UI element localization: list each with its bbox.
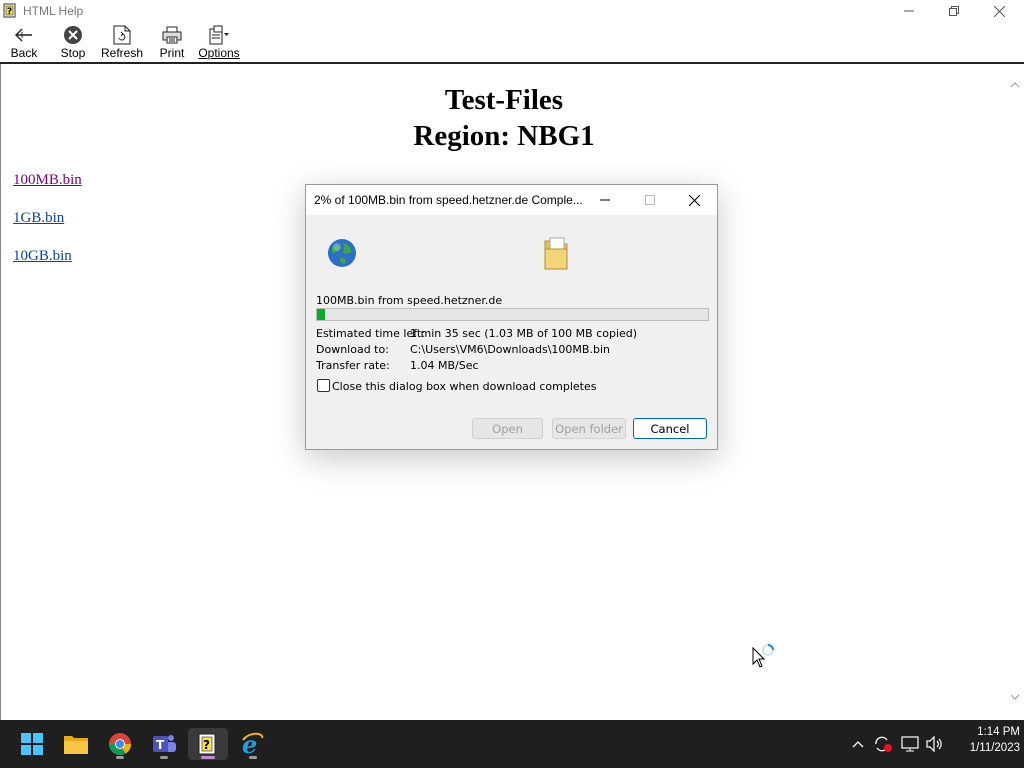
download-source: 100MB.bin from speed.hetzner.de <box>316 294 503 307</box>
taskbar: T ? e <box>0 720 1024 768</box>
scroll-down-icon <box>1010 694 1020 700</box>
close-button[interactable] <box>976 0 1022 22</box>
busy-cursor-icon <box>752 644 778 673</box>
scroll-up-icon <box>1010 82 1020 88</box>
minimize-icon <box>599 199 610 201</box>
volume-button[interactable] <box>924 733 946 755</box>
clock-time: 1:14 PM <box>977 726 1020 738</box>
link-1gb[interactable]: 1GB.bin <box>13 210 64 227</box>
sync-status-button[interactable] <box>872 733 894 755</box>
clock-date: 1/11/2023 <box>969 742 1020 754</box>
print-label: Print <box>159 46 185 60</box>
close-on-complete-label[interactable]: Close this dialog box when download comp… <box>332 380 596 393</box>
dialog-close-button[interactable] <box>672 185 717 215</box>
close-on-complete-checkbox[interactable] <box>317 379 330 392</box>
taskbar-teams[interactable]: T <box>144 728 184 760</box>
minimize-button[interactable] <box>886 0 932 22</box>
svg-text:?: ? <box>203 738 210 752</box>
refresh-icon <box>111 24 133 46</box>
network-icon <box>901 736 919 752</box>
dialog-title-bar[interactable]: 2% of 100MB.bin from speed.hetzner.de Co… <box>306 185 717 215</box>
windows-start-icon <box>21 733 43 755</box>
options-label: Options <box>198 46 240 60</box>
folder-icon <box>542 235 570 274</box>
download-to-label: Download to: <box>316 343 389 356</box>
restore-icon <box>949 6 959 16</box>
page-title-line1: Test-Files <box>444 84 564 116</box>
back-button[interactable]: Back <box>10 24 38 62</box>
dialog-maximize-button <box>627 185 672 215</box>
estimated-time-label: Estimated time left: <box>316 327 425 340</box>
speaker-icon <box>926 736 942 752</box>
page-title: Test-Files Region: NBG1 <box>1 82 1007 154</box>
refresh-label: Refresh <box>100 46 144 60</box>
close-icon <box>689 194 700 206</box>
options-icon <box>208 24 230 46</box>
svg-text:T: T <box>156 738 165 752</box>
internet-explorer-icon: e <box>242 732 264 756</box>
stop-icon <box>62 24 84 46</box>
dialog-minimize-button[interactable] <box>582 185 627 215</box>
taskbar-clock[interactable]: 1:14 PM 1/11/2023 <box>950 724 1020 764</box>
printer-icon <box>161 24 183 46</box>
link-100mb[interactable]: 100MB.bin <box>13 172 82 189</box>
sync-error-icon <box>875 736 892 752</box>
help-app-icon: ? <box>3 3 18 18</box>
restore-button[interactable] <box>931 0 977 22</box>
start-button[interactable] <box>12 728 52 760</box>
show-hidden-icons-button[interactable] <box>847 733 869 755</box>
download-to-value: C:\Users\VM6\Downloads\100MB.bin <box>410 343 610 356</box>
progress-fill <box>317 309 325 320</box>
chevron-up-icon <box>852 741 864 748</box>
transfer-rate-label: Transfer rate: <box>316 359 390 372</box>
network-button[interactable] <box>899 733 921 755</box>
download-dialog: 2% of 100MB.bin from speed.hetzner.de Co… <box>305 184 718 450</box>
taskbar-internet-explorer[interactable]: e <box>233 728 273 760</box>
taskbar-html-help[interactable]: ? <box>188 728 228 760</box>
taskbar-file-explorer[interactable] <box>56 728 96 760</box>
toolbar: Back Stop Refresh Print Options <box>0 22 1024 64</box>
estimated-time-value: 1 min 35 sec (1.03 MB of 100 MB copied) <box>410 327 638 340</box>
stop-button[interactable]: Stop <box>58 24 88 62</box>
back-label: Back <box>10 46 38 60</box>
svg-text:?: ? <box>7 7 12 17</box>
window-title: HTML Help <box>23 4 84 18</box>
refresh-button[interactable]: Refresh <box>100 24 144 62</box>
options-button[interactable]: Options <box>198 24 240 62</box>
link-10gb[interactable]: 10GB.bin <box>13 248 72 265</box>
maximize-icon <box>644 195 655 205</box>
cancel-button[interactable]: Cancel <box>633 418 707 439</box>
teams-icon: T <box>153 735 176 752</box>
stop-label: Stop <box>60 46 86 60</box>
download-progress-bar <box>316 308 709 321</box>
close-icon <box>993 5 1005 17</box>
open-button: Open <box>472 418 543 439</box>
title-bar[interactable]: ? HTML Help <box>0 0 1024 22</box>
chrome-icon <box>109 733 131 755</box>
dialog-title: 2% of 100MB.bin from speed.hetzner.de Co… <box>314 193 583 207</box>
html-help-icon: ? <box>198 733 216 755</box>
back-arrow-icon <box>13 24 35 46</box>
page-title-line2: Region: NBG1 <box>413 120 595 152</box>
minimize-icon <box>904 10 914 12</box>
globe-icon <box>326 237 358 272</box>
transfer-rate-value: 1.04 MB/Sec <box>410 359 479 372</box>
print-button[interactable]: Print <box>158 24 186 62</box>
vertical-scrollbar[interactable] <box>1006 64 1024 720</box>
open-folder-button: Open folder <box>552 418 626 439</box>
file-explorer-icon <box>64 736 88 754</box>
taskbar-chrome[interactable] <box>100 728 140 760</box>
